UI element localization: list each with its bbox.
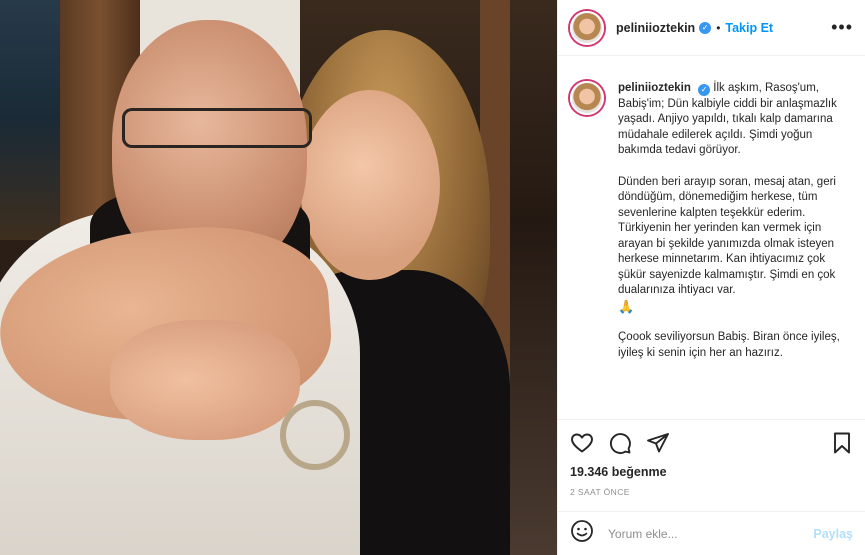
caption-text: peliniioztekin ✓ İlk aşkım, Rasoş'um, Ba… (618, 81, 850, 361)
emoji-icon[interactable] (570, 519, 594, 548)
caption-paragraph-3: Çoook seviliyorsun Babiş. Biran önce iyi… (618, 331, 840, 359)
caption-paragraph-2: Dünden beri arayıp soran, mesaj atan, ge… (618, 175, 836, 297)
photo-woman-face (300, 90, 440, 280)
pray-emoji-icon: 🙏 (618, 298, 635, 314)
photo-man-glasses (122, 108, 312, 148)
header-username[interactable]: peliniioztekin (616, 21, 695, 35)
comment-input[interactable] (608, 526, 814, 541)
likes-count[interactable]: 19.346 beğenme (570, 465, 853, 479)
photo-bg-window (0, 0, 60, 240)
photo-bracelet (280, 400, 350, 470)
post-header: peliniioztekin ✓ • Takip Et ••• (558, 0, 865, 56)
post-side-panel: peliniioztekin ✓ • Takip Et ••• peliniio… (557, 0, 865, 555)
caption-row: peliniioztekin ✓ İlk aşkım, Rasoş'um, Ba… (570, 81, 853, 361)
post-actions: 19.346 beğenme 2 SAAT ÖNCE (558, 419, 865, 497)
post-comment-button[interactable]: Paylaş (813, 527, 853, 541)
header-separator: • (716, 20, 721, 35)
share-icon[interactable] (646, 431, 670, 455)
more-options-icon[interactable]: ••• (831, 17, 853, 38)
post-photo[interactable] (0, 0, 557, 555)
heart-icon[interactable] (570, 431, 594, 455)
post-timestamp[interactable]: 2 SAAT ÖNCE (570, 487, 853, 497)
comment-bar: Paylaş (558, 511, 865, 555)
caption-username[interactable]: peliniioztekin (618, 82, 691, 94)
photo-hand (110, 320, 300, 440)
verified-badge-icon: ✓ (699, 21, 712, 34)
action-icons (570, 430, 853, 456)
caption-area[interactable]: peliniioztekin ✓ İlk aşkım, Rasoş'um, Ba… (558, 57, 865, 419)
caption-avatar[interactable] (570, 81, 604, 115)
verified-badge-icon: ✓ (698, 83, 711, 96)
follow-button[interactable]: Takip Et (725, 21, 773, 35)
bookmark-icon[interactable] (831, 431, 853, 455)
avatar[interactable] (570, 10, 604, 45)
comment-icon[interactable] (608, 431, 632, 455)
